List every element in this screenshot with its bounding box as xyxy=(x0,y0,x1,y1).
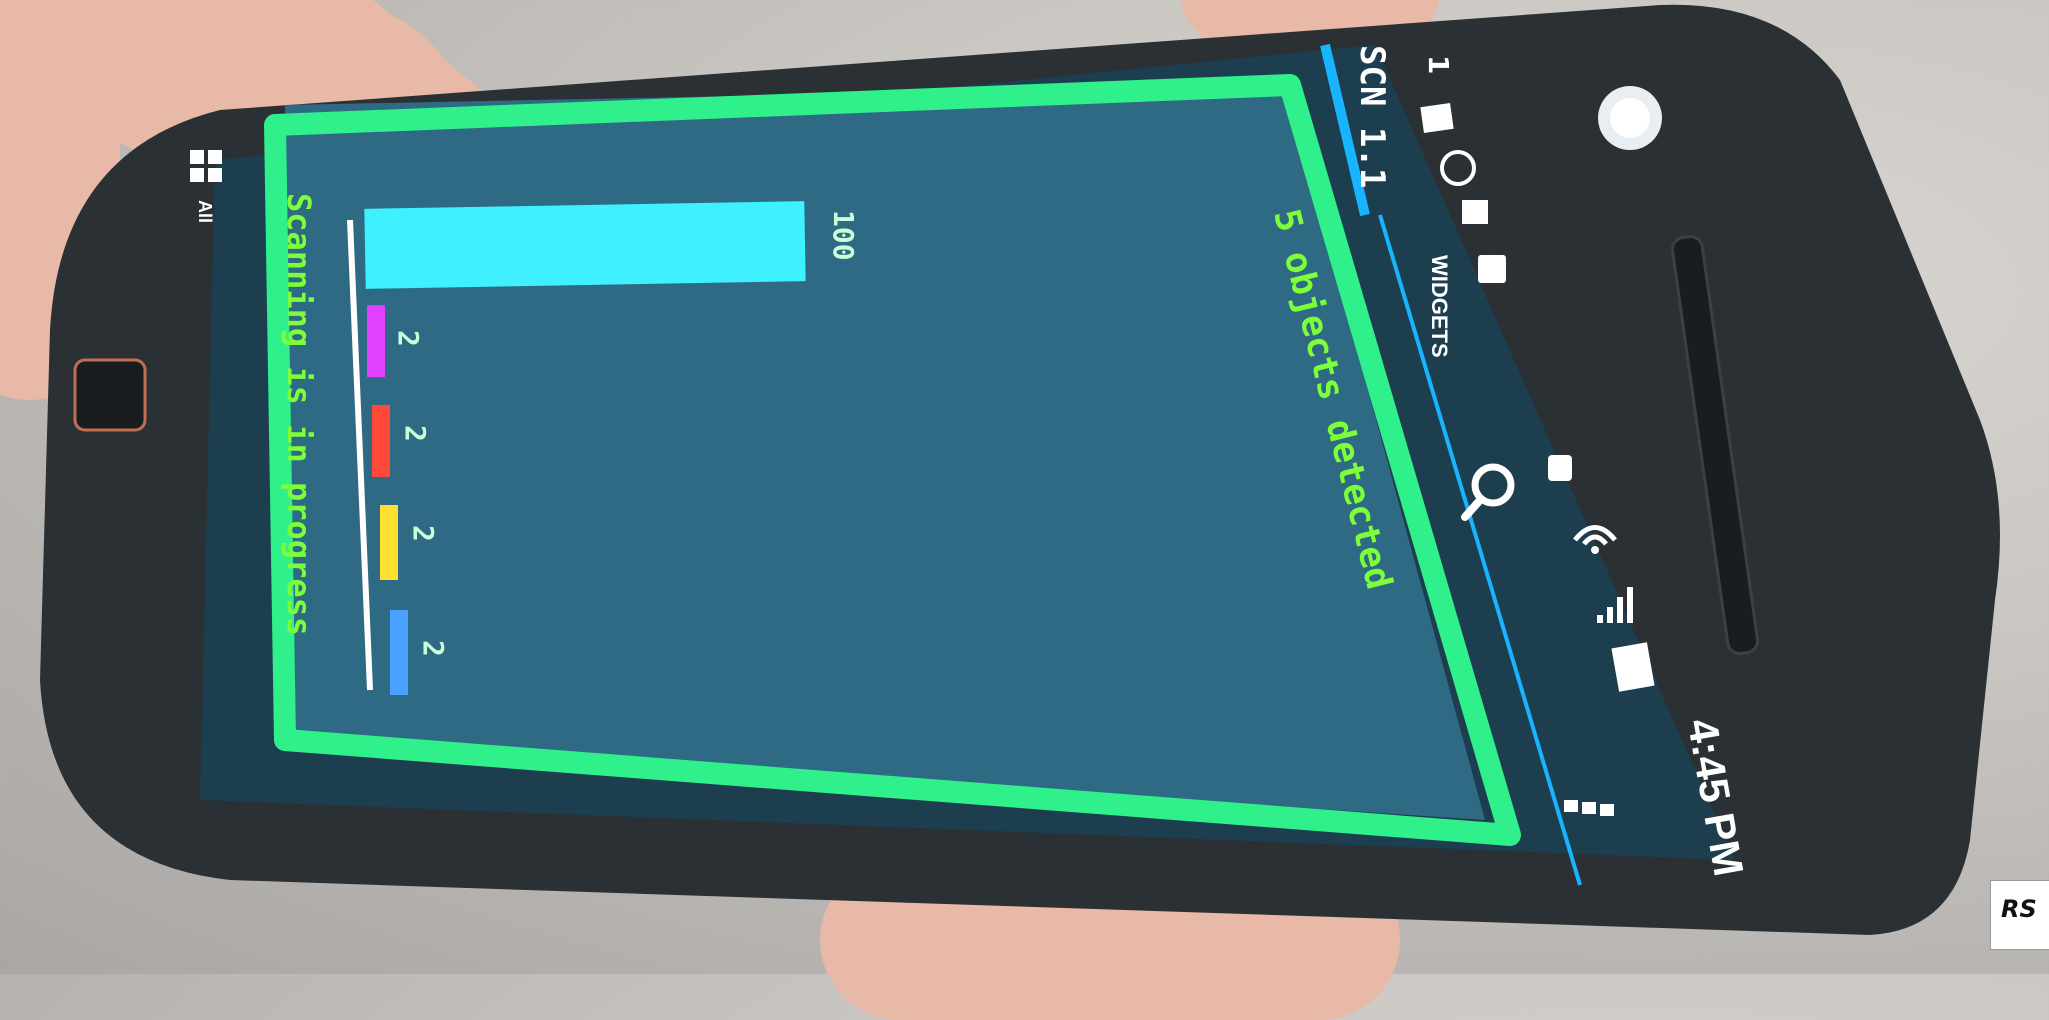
bar-2-magenta xyxy=(367,305,385,377)
bar-2-blue xyxy=(390,610,408,695)
bar-value-label: 2 xyxy=(392,330,425,347)
bar-2-red xyxy=(372,405,390,477)
all-apps-label: All xyxy=(195,200,215,224)
mail-icon xyxy=(1420,103,1454,133)
bar-100 xyxy=(364,201,806,289)
notification-count: 1 xyxy=(1422,55,1455,75)
more-options-icon[interactable] xyxy=(1560,790,1620,830)
search-icon[interactable] xyxy=(1455,455,1525,525)
battery-icon xyxy=(1611,642,1655,692)
scanning-status-text: Scanning is in progress xyxy=(280,193,318,637)
app-title: SCN 1.1 xyxy=(1352,45,1392,189)
file-icon xyxy=(1462,200,1488,224)
signal-icon xyxy=(1597,587,1633,623)
bluetooth-icon xyxy=(1548,455,1572,481)
wifi-icon xyxy=(1573,525,1617,554)
chat-icon xyxy=(1440,150,1476,186)
bar-value-label: 2 xyxy=(399,425,432,442)
tab-widgets[interactable]: WIDGETS xyxy=(1426,255,1452,358)
watermark: RS xyxy=(1990,880,2049,950)
clipboard-icon xyxy=(1478,255,1506,283)
bar-value-label: 100 xyxy=(827,210,860,261)
bar-2-yellow xyxy=(380,505,398,580)
all-apps-icon[interactable] xyxy=(190,150,224,184)
bar-value-label: 2 xyxy=(407,525,440,542)
bar-value-label: 2 xyxy=(417,640,450,657)
